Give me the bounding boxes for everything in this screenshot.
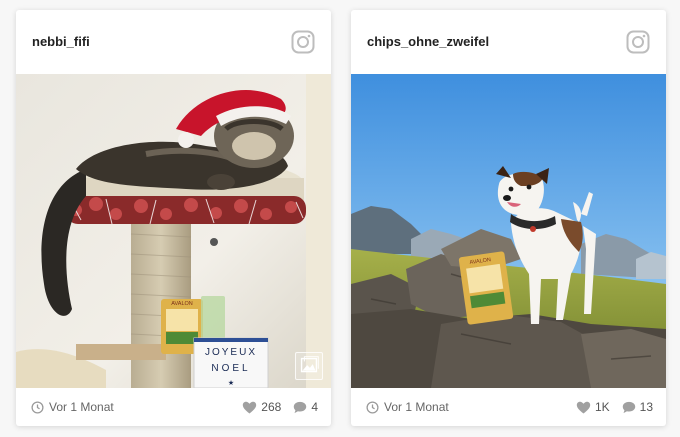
image-gallery-icon[interactable] — [295, 352, 323, 380]
post-time-label: Vor 1 Monat — [384, 400, 449, 414]
sign-line-2: NOEL — [211, 363, 250, 374]
post-timestamp: Vor 1 Monat — [31, 400, 114, 414]
likes-count: 268 — [261, 400, 282, 414]
heart-icon[interactable] — [576, 401, 591, 414]
sign-line-1: JOYEUX — [205, 347, 257, 358]
comment-icon[interactable] — [293, 401, 307, 414]
comment-icon[interactable] — [622, 401, 636, 414]
comments-count: 4 — [311, 400, 318, 414]
post-stats: 268 4 — [242, 400, 318, 414]
clock-icon — [366, 400, 379, 414]
post-header: chips_ohne_zweifel — [351, 10, 666, 74]
instagram-icon[interactable] — [626, 30, 650, 54]
post-card[interactable]: nebbi_fifi AVALON JOYEUX NOEL ★ Vor 1 Mo… — [16, 10, 331, 426]
post-username[interactable]: chips_ohne_zweifel — [367, 34, 489, 49]
post-header: nebbi_fifi — [16, 10, 331, 74]
svg-text:★: ★ — [228, 379, 234, 387]
post-photo[interactable]: AVALON JOYEUX NOEL ★ — [16, 74, 331, 388]
post-footer: Vor 1 Monat 1K 13 — [351, 388, 666, 426]
cat-christmas-photo: AVALON JOYEUX NOEL ★ — [16, 74, 331, 388]
post-username[interactable]: nebbi_fifi — [32, 34, 90, 49]
post-footer: Vor 1 Monat 268 4 — [16, 388, 331, 426]
post-timestamp: Vor 1 Monat — [366, 400, 449, 414]
likes-count: 1K — [594, 400, 610, 414]
heart-icon[interactable] — [242, 401, 257, 414]
comments-count: 13 — [639, 400, 653, 414]
post-stats: 1K 13 — [576, 400, 653, 414]
dog-mountain-photo: AVALON — [351, 74, 666, 388]
instagram-icon[interactable] — [291, 30, 315, 54]
post-card[interactable]: chips_ohne_zweifel AVALON Vor 1 Monat 1K… — [351, 10, 666, 426]
clock-icon — [31, 400, 44, 414]
post-photo[interactable]: AVALON — [351, 74, 666, 388]
package-label: AVALON — [171, 301, 193, 307]
post-time-label: Vor 1 Monat — [49, 400, 114, 414]
